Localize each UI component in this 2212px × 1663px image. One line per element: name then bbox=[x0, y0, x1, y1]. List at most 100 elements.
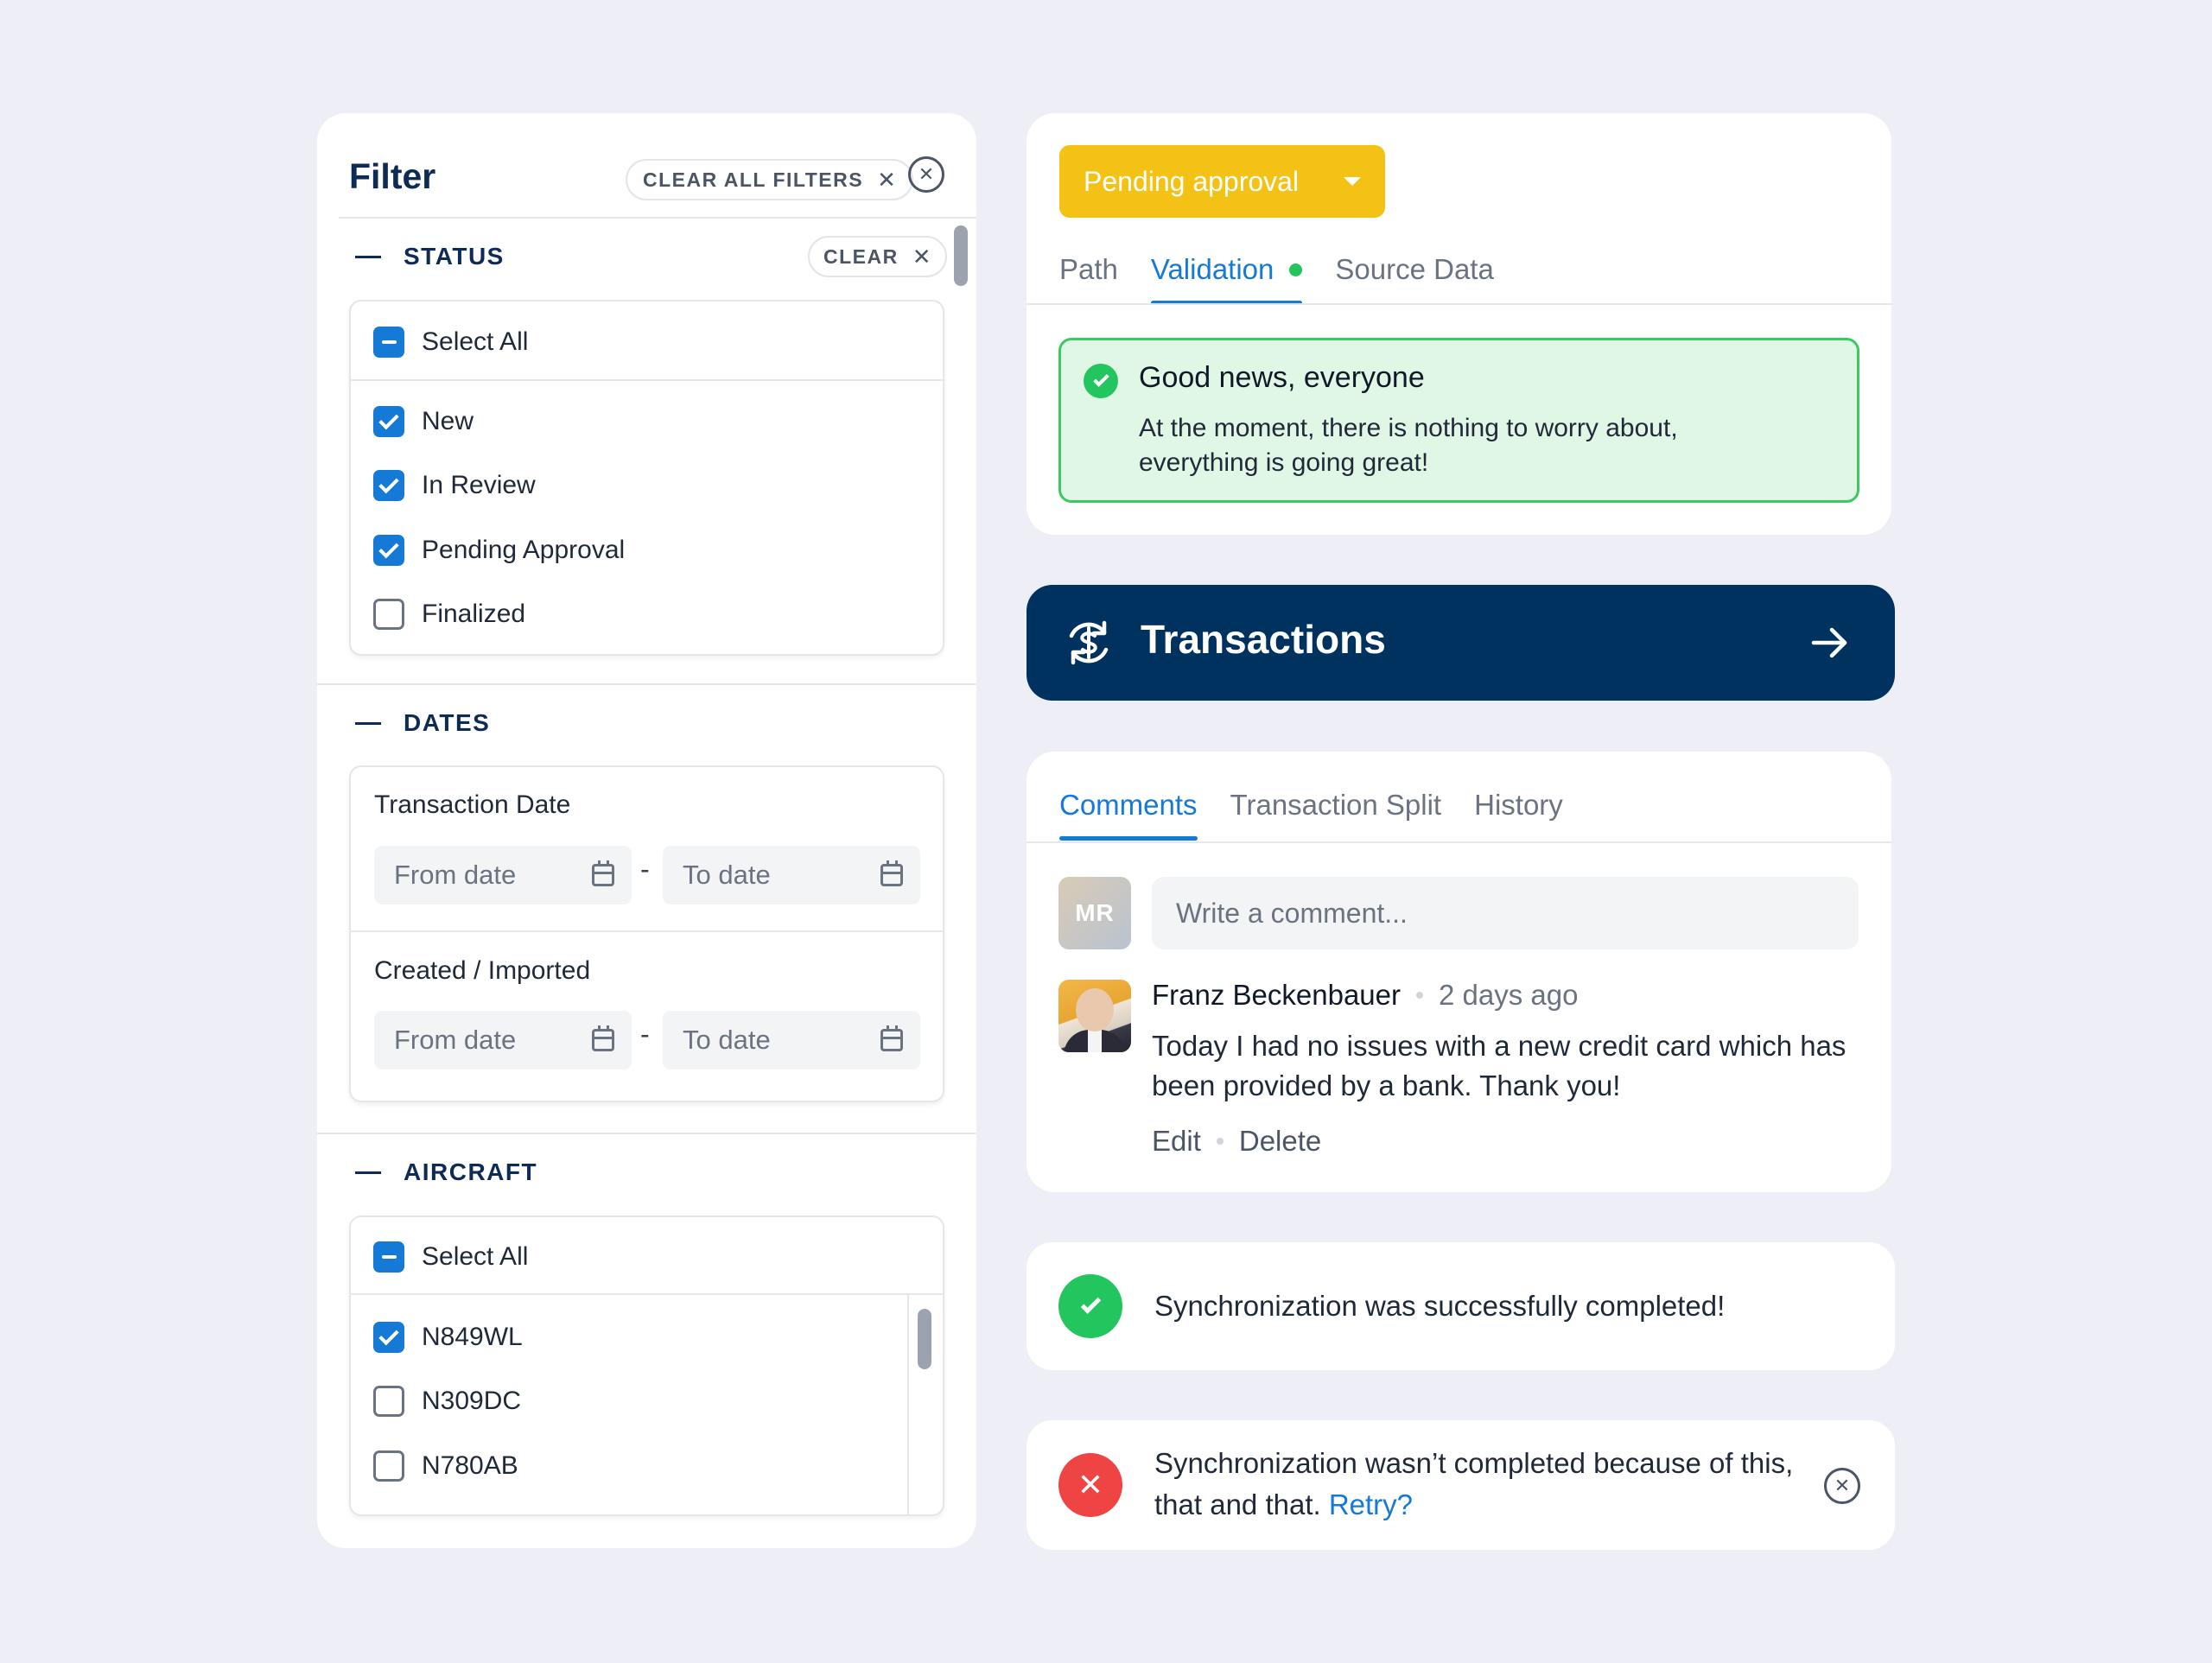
created-from-date-input[interactable]: From date bbox=[374, 1011, 632, 1070]
aircraft-option-n309dc[interactable]: N309DC bbox=[373, 1386, 521, 1417]
status-option-pending-approval[interactable]: Pending Approval bbox=[373, 535, 625, 566]
clear-all-filters-label: CLEAR ALL FILTERS bbox=[643, 168, 864, 191]
aircraft-option-n780ab[interactable]: N780AB bbox=[373, 1450, 518, 1482]
status-option-in-review[interactable]: In Review bbox=[373, 470, 536, 501]
divider bbox=[1027, 303, 1891, 305]
close-icon: ✕ bbox=[877, 166, 896, 193]
close-icon: ✕ bbox=[1834, 1475, 1851, 1496]
avatar bbox=[1058, 980, 1131, 1052]
transaction-from-date-input[interactable]: From date bbox=[374, 846, 632, 904]
created-to-date-input[interactable]: To date bbox=[663, 1011, 920, 1070]
comment-actions: Edit Delete bbox=[1152, 1125, 1321, 1158]
aircraft-option-label: N849WL bbox=[422, 1323, 523, 1351]
edit-comment-button[interactable]: Edit bbox=[1152, 1125, 1201, 1158]
status-section-toggle[interactable]: STATUS bbox=[355, 243, 505, 270]
dates-section-title: DATES bbox=[404, 709, 491, 736]
transaction-date-label: Transaction Date bbox=[374, 790, 571, 819]
aircraft-option-n849wl[interactable]: N849WL bbox=[373, 1322, 523, 1353]
transaction-to-date-input[interactable]: To date bbox=[663, 846, 920, 904]
tab-source-data[interactable]: Source Data bbox=[1335, 253, 1493, 303]
checkbox-unchecked[interactable] bbox=[373, 1386, 404, 1417]
dates-options: Transaction Date From date - To date Cre… bbox=[349, 765, 944, 1102]
status-option-label: In Review bbox=[422, 471, 536, 499]
tab-label: Path bbox=[1059, 253, 1118, 285]
aircraft-options: Select All N849WL N309DC N780AB bbox=[349, 1216, 944, 1516]
tab-comments[interactable]: Comments bbox=[1059, 789, 1198, 841]
checkbox-checked[interactable] bbox=[373, 406, 404, 437]
checkbox-checked[interactable] bbox=[373, 535, 404, 566]
transactions-button[interactable]: Transactions bbox=[1027, 585, 1895, 701]
delete-comment-button[interactable]: Delete bbox=[1239, 1125, 1321, 1158]
checkbox-checked[interactable] bbox=[373, 1322, 404, 1353]
checkbox-indeterminate[interactable] bbox=[373, 327, 404, 358]
aircraft-section-title: AIRCRAFT bbox=[404, 1158, 538, 1185]
filter-panel: Filter CLEAR ALL FILTERS ✕ ✕ STATUS CLEA… bbox=[317, 113, 976, 1548]
avatar: MR bbox=[1058, 877, 1131, 949]
filter-scrollbar[interactable] bbox=[954, 225, 968, 286]
filter-title: Filter bbox=[349, 156, 436, 196]
comment-text: Today I had no issues with a new credit … bbox=[1152, 1030, 1847, 1101]
tab-history[interactable]: History bbox=[1474, 789, 1563, 839]
aircraft-section-toggle[interactable]: AIRCRAFT bbox=[355, 1158, 537, 1186]
divider bbox=[351, 930, 943, 932]
tab-label: Transaction Split bbox=[1230, 789, 1442, 821]
success-toast-text: Synchronization was successfully complet… bbox=[1154, 1290, 1726, 1322]
caret-down-icon bbox=[1344, 177, 1361, 186]
aircraft-option-label: N309DC bbox=[422, 1387, 522, 1415]
collapse-icon bbox=[355, 721, 381, 725]
select-all-label: Select All bbox=[422, 327, 529, 356]
tab-label: Source Data bbox=[1335, 253, 1494, 285]
checkbox-checked[interactable] bbox=[373, 470, 404, 501]
tab-path[interactable]: Path bbox=[1059, 253, 1118, 303]
aircraft-list-scrollbar[interactable] bbox=[918, 1309, 931, 1369]
divider bbox=[1027, 841, 1891, 843]
tab-label: Comments bbox=[1059, 789, 1198, 821]
clear-status-label: CLEAR bbox=[823, 244, 899, 268]
transactions-label: Transactions bbox=[1141, 617, 1386, 662]
collapse-icon bbox=[355, 1171, 381, 1174]
comment-input-placeholder: Write a comment... bbox=[1176, 897, 1408, 929]
comment-author: Franz Beckenbauer bbox=[1152, 979, 1401, 1011]
to-date-placeholder: To date bbox=[683, 860, 771, 890]
arrow-right-icon bbox=[1811, 627, 1847, 658]
dismiss-toast-button[interactable]: ✕ bbox=[1824, 1468, 1860, 1504]
status-option-label: Pending Approval bbox=[422, 536, 626, 564]
divider bbox=[351, 1293, 943, 1295]
status-option-finalized[interactable]: Finalized bbox=[373, 599, 525, 630]
tab-transaction-split[interactable]: Transaction Split bbox=[1230, 789, 1442, 839]
checkbox-indeterminate[interactable] bbox=[373, 1241, 404, 1273]
status-options: Select All New In Review Pending Approva… bbox=[349, 300, 944, 656]
from-date-placeholder: From date bbox=[394, 860, 517, 890]
status-select-all[interactable]: Select All bbox=[373, 327, 528, 358]
clear-all-filters-button[interactable]: CLEAR ALL FILTERS ✕ bbox=[626, 159, 913, 200]
filter-header: Filter CLEAR ALL FILTERS ✕ ✕ bbox=[349, 146, 944, 206]
select-all-label: Select All bbox=[422, 1242, 529, 1271]
calendar-icon bbox=[880, 1025, 903, 1051]
aircraft-select-all[interactable]: Select All bbox=[373, 1241, 528, 1273]
status-option-new[interactable]: New bbox=[373, 406, 474, 437]
clear-status-button[interactable]: CLEAR ✕ bbox=[808, 236, 947, 277]
calendar-icon bbox=[592, 1025, 614, 1051]
created-imported-label: Created / Imported bbox=[374, 956, 591, 985]
comments-card: Comments Transaction Split History MR Wr… bbox=[1027, 752, 1891, 1192]
checkbox-unchecked[interactable] bbox=[373, 599, 404, 630]
error-toast: ✕ Synchronization wasn’t completed becau… bbox=[1027, 1420, 1895, 1550]
dates-section-toggle[interactable]: DATES bbox=[355, 709, 490, 737]
tab-validation[interactable]: Validation bbox=[1150, 253, 1303, 305]
date-range-separator: - bbox=[640, 854, 650, 885]
status-option-label: Finalized bbox=[422, 600, 526, 628]
tab-label: History bbox=[1474, 789, 1563, 821]
comment-input[interactable]: Write a comment... bbox=[1152, 877, 1859, 949]
error-toast-message: Synchronization wasn’t completed because… bbox=[1154, 1443, 1794, 1526]
checkbox-unchecked[interactable] bbox=[373, 1450, 404, 1482]
to-date-placeholder: To date bbox=[683, 1025, 771, 1055]
status-section-title: STATUS bbox=[404, 243, 505, 270]
divider bbox=[351, 379, 943, 381]
separator-dot bbox=[1416, 992, 1423, 999]
close-filter-button[interactable]: ✕ bbox=[908, 156, 944, 193]
comment-time: 2 days ago bbox=[1439, 979, 1579, 1011]
status-dropdown-button[interactable]: Pending approval bbox=[1059, 145, 1385, 218]
separator-dot bbox=[1216, 1138, 1224, 1145]
comments-tabs: Comments Transaction Split History bbox=[1059, 789, 1563, 841]
retry-link[interactable]: Retry? bbox=[1329, 1488, 1413, 1520]
